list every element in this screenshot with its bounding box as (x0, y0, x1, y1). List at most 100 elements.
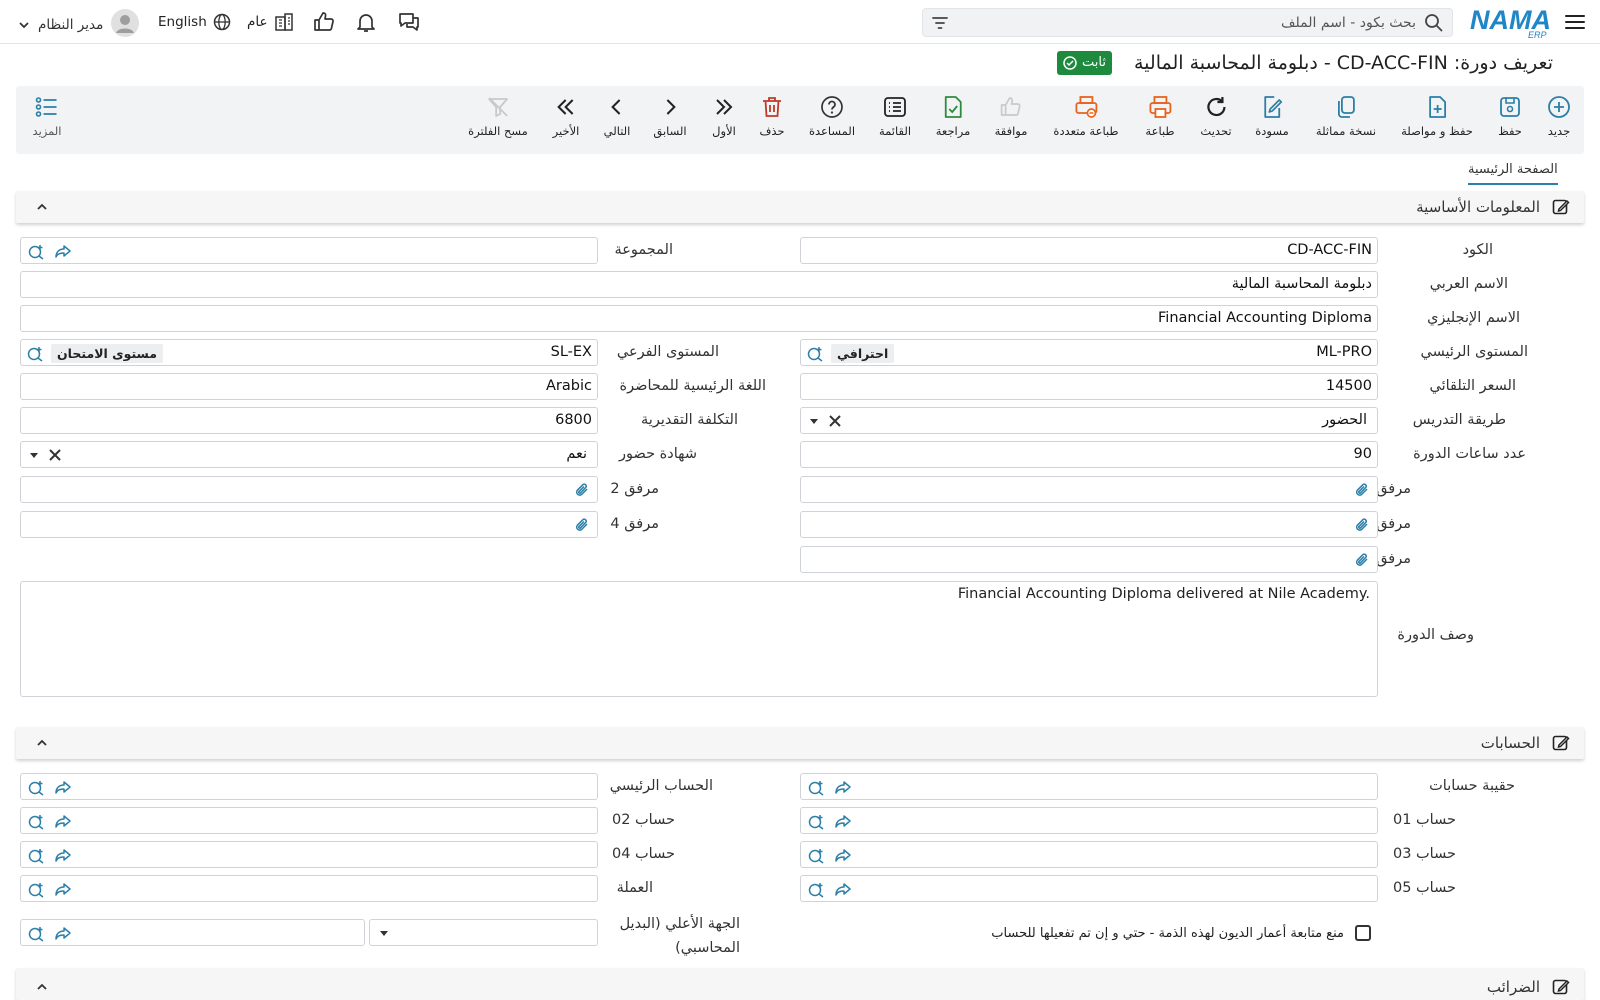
delete-button[interactable]: حذف (759, 94, 785, 138)
paperclip-icon[interactable] (1353, 551, 1371, 569)
estimated-cost-field[interactable]: 6800 (20, 407, 598, 434)
clear-filter-button[interactable]: مسح الفلترة (468, 94, 528, 138)
search-plus-icon[interactable] (27, 778, 45, 796)
share-icon[interactable] (54, 242, 72, 260)
thumbs-up-icon[interactable] (312, 10, 336, 34)
share-icon[interactable] (54, 812, 72, 830)
nama-logo[interactable]: NAMA ERP (1470, 4, 1552, 40)
acc02-field[interactable] (20, 807, 598, 834)
language-switcher[interactable]: English (158, 13, 231, 31)
previous-button[interactable]: السابق (653, 94, 687, 138)
acc03-field[interactable] (800, 841, 1378, 868)
refresh-button[interactable]: تحديث (1200, 94, 1232, 138)
search-plus-icon[interactable] (27, 812, 45, 830)
share-icon[interactable] (834, 778, 852, 796)
search-plus-icon[interactable] (807, 812, 825, 830)
accounts-section-header[interactable]: الحسابات (16, 727, 1584, 759)
paperclip-icon[interactable] (573, 516, 591, 534)
search-plus-icon[interactable] (807, 846, 825, 864)
search-icon[interactable] (1424, 13, 1444, 33)
hamburger-menu-icon[interactable] (1564, 11, 1586, 33)
clear-icon[interactable] (47, 447, 63, 463)
attachment3-field[interactable] (800, 511, 1378, 538)
chevron-up-icon[interactable] (34, 735, 50, 751)
share-icon[interactable] (834, 880, 852, 898)
chevron-up-icon[interactable] (34, 979, 50, 995)
sub-level-field[interactable]: SL-EX مستوى الامتحان (20, 339, 598, 366)
search-input[interactable] (976, 11, 1416, 34)
share-icon[interactable] (54, 924, 72, 942)
paperclip-icon[interactable] (1353, 481, 1371, 499)
portfolio-field[interactable] (800, 773, 1378, 800)
last-button[interactable]: الأخير (553, 94, 579, 138)
caret-down-icon[interactable] (28, 449, 40, 461)
block-debt-checkbox[interactable] (1355, 925, 1371, 941)
save-button[interactable]: حفظ (1497, 94, 1523, 138)
hours-field[interactable]: 90 (800, 441, 1378, 468)
description-textarea[interactable]: Financial Accounting Diploma delivered a… (20, 581, 1378, 697)
currency-field[interactable] (20, 875, 598, 902)
share-icon[interactable] (54, 880, 72, 898)
main-level-label: المستوى الرئيسي (1420, 344, 1528, 360)
duplicate-button[interactable]: نسخة مماثلة (1316, 94, 1376, 138)
chat-icon[interactable] (397, 10, 421, 34)
acc04-field[interactable] (20, 841, 598, 868)
bell-icon[interactable] (354, 10, 378, 34)
clear-icon[interactable] (827, 413, 843, 429)
share-icon[interactable] (54, 778, 72, 796)
list-button[interactable]: القائمة (879, 94, 911, 138)
search-plus-icon[interactable] (806, 344, 824, 362)
search-plus-icon[interactable] (27, 924, 45, 942)
english-name-field[interactable]: Financial Accounting Diploma (20, 305, 1378, 332)
review-button[interactable]: مراجعة (936, 94, 970, 138)
filter-icon[interactable] (931, 14, 949, 32)
more-button[interactable]: المزيد (33, 94, 61, 138)
group-field[interactable] (20, 237, 598, 264)
new-button[interactable]: جديد (1546, 94, 1572, 138)
certificate-select[interactable]: نعم (20, 441, 598, 468)
code-field[interactable]: CD-ACC-FIN (800, 237, 1378, 264)
branch-switcher[interactable]: عام (247, 12, 294, 32)
first-button[interactable]: الأول (711, 94, 737, 138)
tab-main-page[interactable]: الصفحة الرئيسية (1468, 162, 1558, 185)
user-menu[interactable]: مدير النظام (18, 9, 140, 37)
share-icon[interactable] (834, 846, 852, 864)
save-continue-button[interactable]: حفظ و مواصلة (1401, 94, 1473, 138)
multi-print-button[interactable]: طباعة متعددة (1053, 94, 1119, 138)
share-icon[interactable] (54, 846, 72, 864)
acc01-field[interactable] (800, 807, 1378, 834)
search-plus-icon[interactable] (807, 778, 825, 796)
paperclip-icon[interactable] (573, 481, 591, 499)
print-button[interactable]: طباعة (1145, 94, 1175, 138)
paperclip-icon[interactable] (1353, 516, 1371, 534)
search-plus-icon[interactable] (807, 880, 825, 898)
main-account-field[interactable] (20, 773, 598, 800)
caret-down-icon[interactable] (808, 415, 820, 427)
caret-down-icon[interactable] (378, 927, 390, 939)
teaching-method-select[interactable]: الحضور (800, 407, 1378, 434)
approve-button[interactable]: موافقة (995, 94, 1027, 138)
draft-button[interactable]: مسودة (1255, 94, 1289, 138)
attachment1-field[interactable] (800, 476, 1378, 503)
arabic-name-field[interactable]: دبلومة المحاسبة المالية (20, 271, 1378, 298)
search-box[interactable] (922, 8, 1453, 37)
share-icon[interactable] (834, 812, 852, 830)
main-level-field[interactable]: ML-PRO احترافي (800, 339, 1378, 366)
attachment2-field[interactable] (20, 476, 598, 503)
basic-info-section-header[interactable]: المعلومات الأساسية (16, 191, 1584, 223)
attachment4-field[interactable] (20, 511, 598, 538)
search-plus-icon[interactable] (27, 242, 45, 260)
help-button[interactable]: المساعدة (809, 94, 855, 138)
auto-price-field[interactable]: 14500 (800, 373, 1378, 400)
search-plus-icon[interactable] (27, 880, 45, 898)
higher-entity-type-select[interactable] (369, 919, 598, 946)
acc05-field[interactable] (800, 875, 1378, 902)
search-plus-icon[interactable] (26, 344, 44, 362)
chevron-up-icon[interactable] (34, 199, 50, 215)
taxes-section-header[interactable]: الضرائب (16, 968, 1584, 1000)
higher-entity-field[interactable] (20, 919, 365, 946)
language-field[interactable]: Arabic (20, 373, 598, 400)
attachment5-field[interactable] (800, 546, 1378, 573)
search-plus-icon[interactable] (27, 846, 45, 864)
next-button[interactable]: التالي (604, 94, 630, 138)
